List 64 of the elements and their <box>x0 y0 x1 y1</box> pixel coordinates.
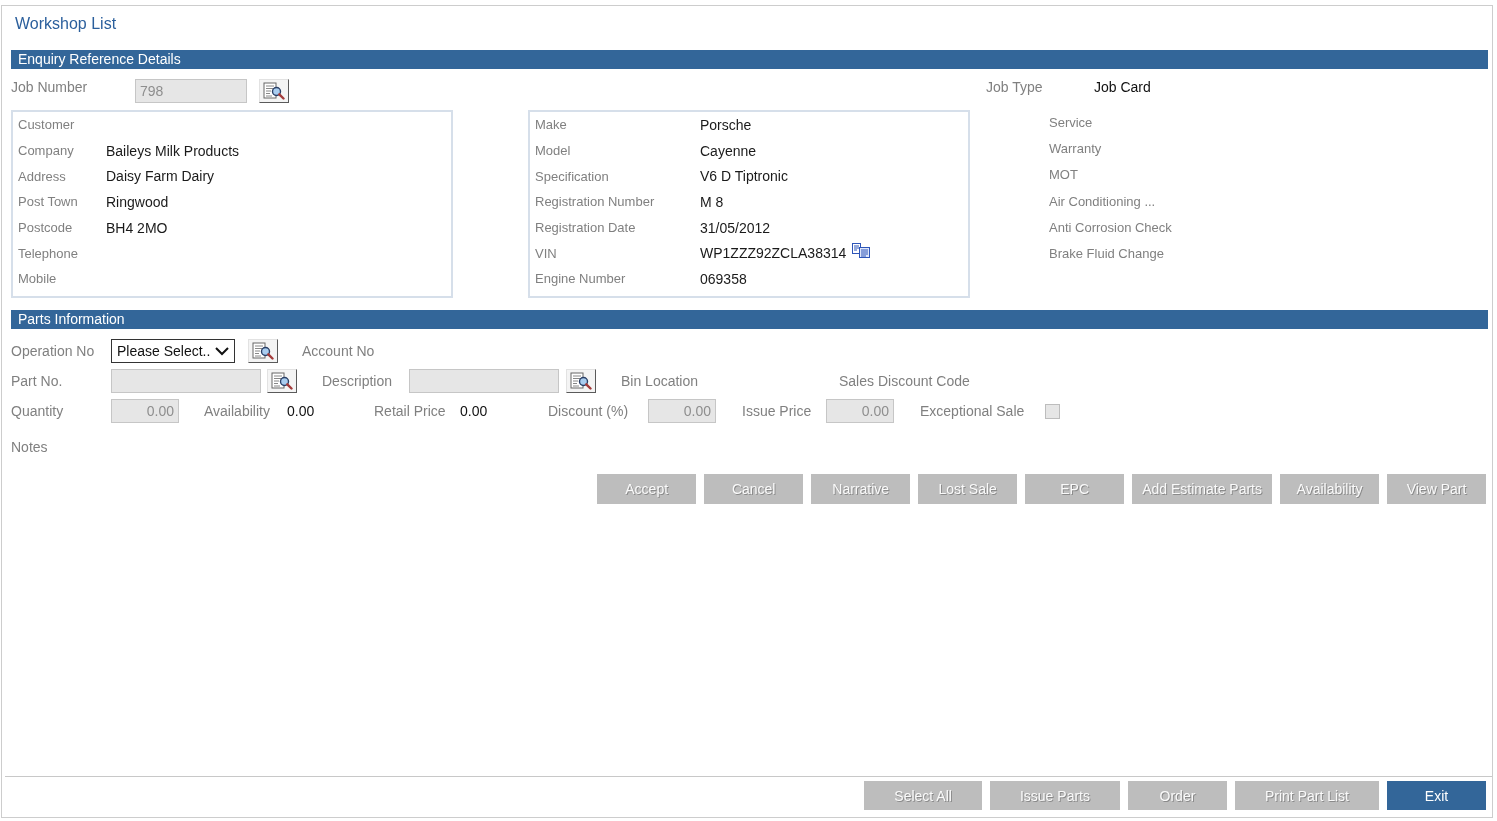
field-label: Description <box>322 373 394 389</box>
lookup-button[interactable] <box>259 79 289 103</box>
document-magnifier-icon <box>252 342 274 360</box>
field-value: Baileys Milk Products <box>106 142 240 159</box>
field-label: Registration Number <box>535 194 656 210</box>
dropdown[interactable]: Please Select.. <box>111 339 235 363</box>
field-value: 31/05/2012 <box>700 219 771 236</box>
field-value: Ringwood <box>106 193 169 210</box>
field-label: Operation No <box>11 343 96 359</box>
field-label: Job Number <box>11 79 89 96</box>
field-label: Issue Price <box>742 403 813 419</box>
job-category-label: MOT <box>1049 166 1079 185</box>
job-category-label: Warranty <box>1049 140 1103 159</box>
field-value: Porsche <box>700 116 752 133</box>
field-label: Account No <box>302 343 376 359</box>
job-category-label: Service <box>1049 114 1094 132</box>
section-header: Enquiry Reference Details <box>11 50 1488 69</box>
field-value: Cayenne <box>700 142 757 159</box>
field-value: 0.00 <box>287 403 316 419</box>
field-label: Make <box>535 117 568 133</box>
action-button[interactable]: Exit <box>1387 781 1486 810</box>
field-value: V6 D Tiptronic <box>700 168 788 185</box>
job-category-label: Air Conditioning ... <box>1049 192 1157 211</box>
field-label: Quantity <box>11 403 65 419</box>
field-label: Availability <box>204 403 271 419</box>
field-label: Postcode <box>18 220 74 236</box>
field-label: Company <box>18 143 75 159</box>
field-label: Job Type <box>986 79 1044 96</box>
field-label: Retail Price <box>374 403 447 419</box>
copy-icon <box>852 242 871 258</box>
field-value: 069358 <box>700 270 747 287</box>
field-label: Part No. <box>11 373 64 389</box>
field-value: 0.00 <box>460 403 489 419</box>
document-magnifier-icon <box>570 372 592 390</box>
lookup-button[interactable] <box>248 339 278 363</box>
field-label: Registration Date <box>535 220 637 236</box>
field-value: Daisy Farm Dairy <box>106 168 215 185</box>
field-label: Notes <box>11 439 49 455</box>
field-value: BH4 2MO <box>106 219 168 236</box>
chevron-down-icon <box>215 346 229 356</box>
lookup-button[interactable] <box>267 369 297 393</box>
field-value: M 8 <box>700 193 724 210</box>
field-value: Job Card <box>1094 79 1151 96</box>
field-label: Specification <box>535 168 610 184</box>
field-label: Sales Discount Code <box>839 373 971 389</box>
window-title: Workshop List <box>15 15 117 32</box>
field-label: Discount (%) <box>548 403 630 419</box>
field-label: Post Town <box>18 194 79 210</box>
field-label: Mobile <box>18 271 58 287</box>
lookup-button[interactable] <box>566 369 596 393</box>
panel-heading: Customer <box>18 117 76 133</box>
field-label: Model <box>535 143 572 159</box>
field-label: VIN <box>535 245 558 261</box>
field-label: Exceptional Sale <box>920 403 1026 419</box>
job-category-label: Brake Fluid Change <box>1049 244 1165 263</box>
document-magnifier-icon <box>271 372 293 390</box>
field-label: Address <box>18 168 67 184</box>
field-label: Engine Number <box>535 271 627 287</box>
job-category-label: Anti Corrosion Check <box>1049 218 1172 237</box>
field-label: Telephone <box>18 245 79 261</box>
field-value: WP1ZZZ92ZCLA38314 <box>700 245 847 262</box>
document-magnifier-icon <box>263 82 285 100</box>
section-header: Parts Information <box>11 310 1488 329</box>
field-label: Bin Location <box>621 373 700 389</box>
